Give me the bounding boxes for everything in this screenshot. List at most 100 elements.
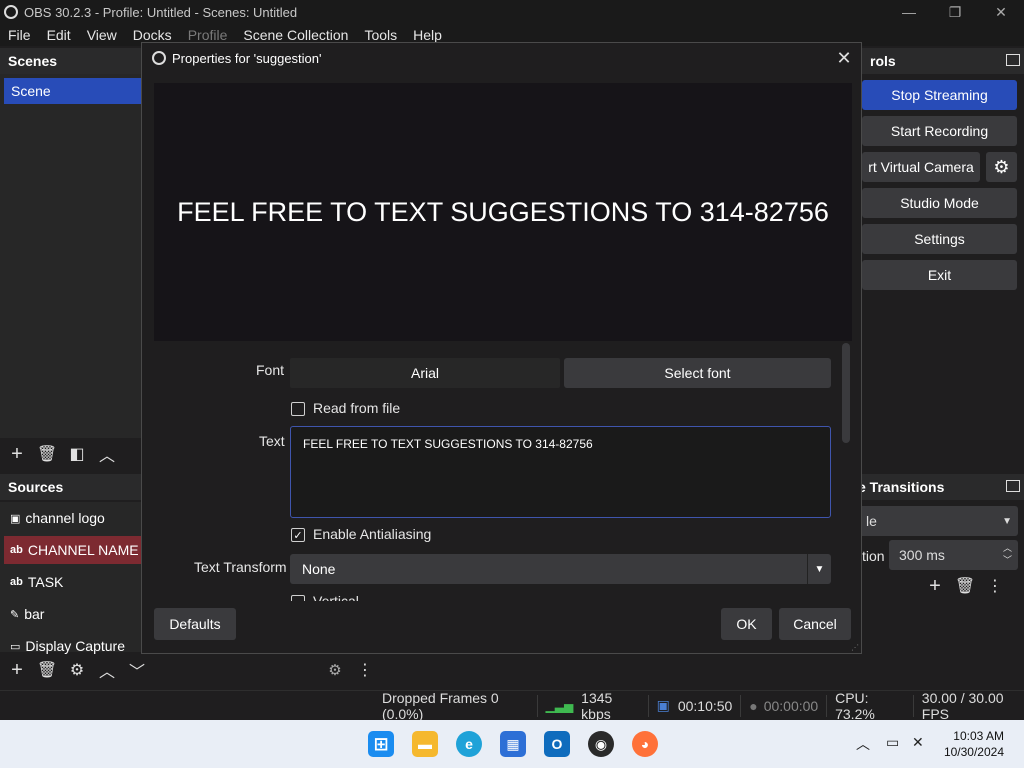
text-transform-value: None <box>302 561 336 577</box>
source-item[interactable]: ✎ bar <box>4 600 144 628</box>
cancel-button[interactable]: Cancel <box>779 608 851 640</box>
menu-file[interactable]: File <box>0 27 39 43</box>
menu-tools[interactable]: Tools <box>356 27 405 43</box>
sources-dock-header: Sources <box>0 474 150 500</box>
virtual-camera-settings-gear-icon[interactable]: ⚙ <box>986 152 1017 182</box>
chevron-up-icon[interactable]: ︿ <box>856 734 870 754</box>
ok-button[interactable]: OK <box>721 608 772 640</box>
font-value: Arial <box>290 358 560 388</box>
menu-view[interactable]: View <box>79 27 125 43</box>
studio-mode-button[interactable]: Studio Mode <box>862 188 1017 218</box>
minimize-button[interactable]: — <box>886 0 932 24</box>
start-recording-button[interactable]: Start Recording <box>862 116 1017 146</box>
text-source-icon: ab <box>10 576 23 588</box>
move-source-down-button[interactable]: ﹀ <box>122 655 152 685</box>
dialog-close-button[interactable]: ✕ <box>833 47 855 69</box>
monitor-source-icon: ▭ <box>10 640 21 653</box>
source-label: channel logo <box>25 510 105 526</box>
transition-menu-dots-icon[interactable]: ⋮ <box>980 571 1010 601</box>
font-label: Font <box>256 362 285 378</box>
menu-scene-collection[interactable]: Scene Collection <box>235 27 356 43</box>
source-label: bar <box>24 606 45 622</box>
bitrate: 1345 kbps <box>581 689 613 722</box>
mixer-menu-dots-icon[interactable]: ⋮ <box>350 655 380 685</box>
spin-arrows-icon[interactable]: ︿ ﹀ <box>1003 542 1012 566</box>
microsoft-store-icon[interactable]: ▦ <box>500 731 526 757</box>
scenes-toolbar: + 🗑 ◧ ︿ <box>2 439 150 469</box>
taskbar-clock[interactable]: 10:03 AM 10/30/2024 <box>944 728 1004 760</box>
scene-filters-button[interactable]: ◧ <box>62 439 92 469</box>
add-transition-button[interactable]: + <box>920 571 950 601</box>
start-virtual-camera-button[interactable]: rt Virtual Camera <box>862 152 980 182</box>
duration-value: 300 ms <box>899 547 945 563</box>
properties-dialog: Properties for 'suggestion' ✕ FEEL FREE … <box>141 42 862 654</box>
read-from-file-checkbox[interactable] <box>291 402 305 416</box>
chevron-down-icon: ▼ <box>807 554 831 584</box>
fps: 30.00 / 30.00 FPS <box>921 689 1004 722</box>
remove-source-button[interactable]: 🗑 <box>32 655 62 685</box>
window-titlebar: OBS 30.2.3 - Profile: Untitled - Scenes:… <box>0 0 1024 24</box>
sources-title: Sources <box>8 479 64 495</box>
text-input[interactable]: FEEL FREE TO TEXT SUGGESTIONS TO 314-827… <box>290 426 831 518</box>
menu-docks[interactable]: Docks <box>125 27 180 43</box>
source-preview: FEEL FREE TO TEXT SUGGESTIONS TO 314-827… <box>154 83 852 341</box>
status-bar: Dropped Frames 0 (0.0%) ▁▃▅ 1345 kbps ▣ … <box>0 689 1024 722</box>
windows-start-icon[interactable]: ⊞ <box>368 731 394 757</box>
scene-item[interactable]: Scene <box>4 78 144 104</box>
settings-button[interactable]: Settings <box>862 224 1017 254</box>
transition-select[interactable]: le ▼ <box>856 506 1018 536</box>
stop-streaming-button[interactable]: Stop Streaming <box>862 80 1017 110</box>
outlook-icon[interactable]: O <box>544 731 570 757</box>
exit-button[interactable]: Exit <box>862 260 1017 290</box>
menu-profile[interactable]: Profile <box>180 27 236 43</box>
add-source-button[interactable]: + <box>2 655 32 685</box>
edge-browser-icon[interactable]: e <box>456 731 482 757</box>
taskbar: ⊞ ▬ e ▦ O ◉ ◕ ︿ ▭ ✕ 10:03 AM 10/30/2024 <box>0 720 1024 768</box>
remove-transition-button[interactable]: 🗑 <box>950 571 980 601</box>
move-source-up-button[interactable]: ︿ <box>92 655 122 685</box>
clock-date: 10/30/2024 <box>943 745 1004 759</box>
vertical-checkbox[interactable] <box>291 595 305 601</box>
controls-dock-header: rols <box>862 48 1024 74</box>
add-scene-button[interactable]: + <box>2 439 32 469</box>
volume-muted-icon[interactable]: ✕ <box>912 734 924 751</box>
window-controls: — ❐ ✕ <box>886 0 1024 24</box>
enable-antialiasing-checkbox[interactable]: ✓ <box>291 528 305 542</box>
remove-scene-button[interactable]: 🗑 <box>32 439 62 469</box>
vertical-label: Vertical <box>313 593 359 601</box>
resize-grip-icon[interactable]: ⋰ <box>851 643 859 652</box>
obs-logo-icon <box>4 5 18 19</box>
clock-time: 10:03 AM <box>953 729 1004 743</box>
obs-logo-icon <box>152 51 166 65</box>
source-item-selected[interactable]: ab CHANNEL NAME <box>4 536 144 564</box>
firefox-icon[interactable]: ◕ <box>632 731 658 757</box>
duration-spinbox[interactable]: 300 ms ︿ ﹀ <box>889 540 1018 570</box>
menu-edit[interactable]: Edit <box>39 27 79 43</box>
source-properties-gear-icon[interactable]: ⚙ <box>62 655 92 685</box>
move-scene-up-button[interactable]: ︿ <box>92 439 122 469</box>
window-title: OBS 30.2.3 - Profile: Untitled - Scenes:… <box>24 4 298 20</box>
source-label: Display Capture <box>25 638 126 654</box>
cpu-usage: CPU: 73.2% <box>835 689 875 722</box>
source-item[interactable]: ab TASK <box>4 568 144 596</box>
source-item[interactable]: ▣ channel logo <box>4 504 144 532</box>
obs-taskbar-icon[interactable]: ◉ <box>588 731 614 757</box>
menu-help[interactable]: Help <box>405 27 450 43</box>
text-transform-select[interactable]: None ▼ <box>290 554 831 584</box>
select-font-button[interactable]: Select font <box>564 358 831 388</box>
mixer-settings-gear-icon[interactable]: ⚙ <box>320 655 350 685</box>
network-icon[interactable]: ▭ <box>886 734 899 751</box>
chevron-down-icon: ▼ <box>1002 515 1012 527</box>
duration-label: tion <box>862 548 885 564</box>
close-window-button[interactable]: ✕ <box>978 0 1024 24</box>
properties-scrollbar[interactable] <box>842 343 850 443</box>
file-explorer-icon[interactable]: ▬ <box>412 731 438 757</box>
maximize-button[interactable]: ❐ <box>932 0 978 24</box>
dock-float-icon[interactable] <box>1006 480 1020 492</box>
record-time: 00:00:00 <box>763 697 819 714</box>
source-label: CHANNEL NAME <box>27 542 139 558</box>
dock-float-icon[interactable] <box>1006 54 1020 66</box>
scenes-title: Scenes <box>8 53 58 69</box>
text-source-icon: ab <box>10 544 23 556</box>
defaults-button[interactable]: Defaults <box>154 608 236 640</box>
